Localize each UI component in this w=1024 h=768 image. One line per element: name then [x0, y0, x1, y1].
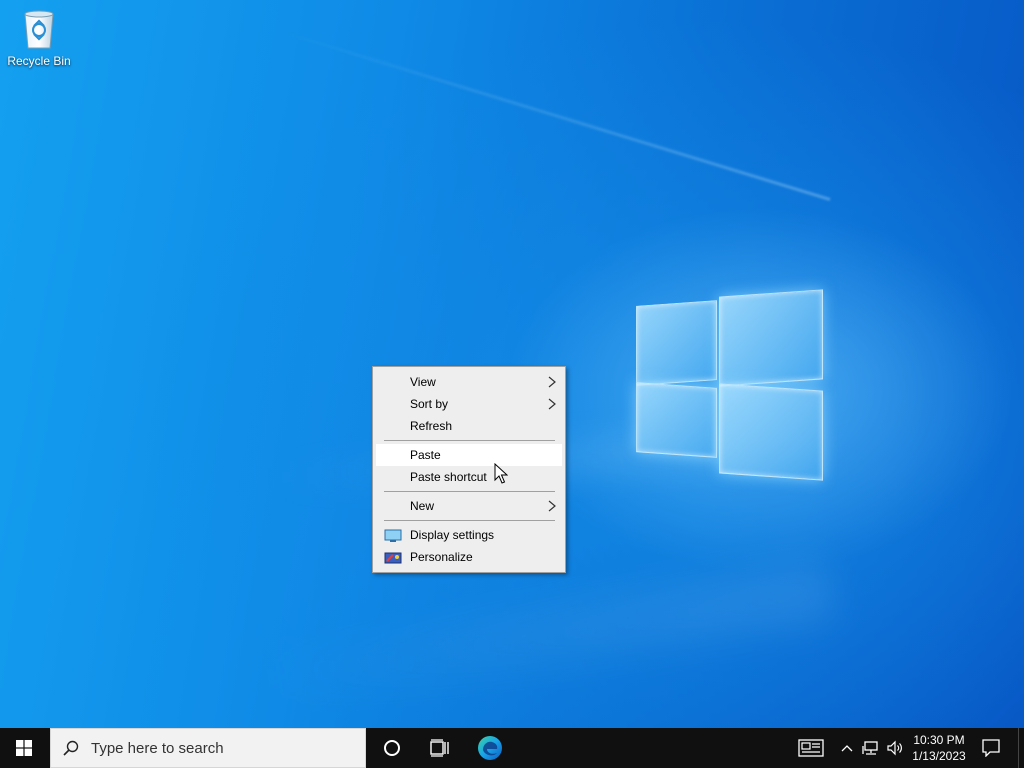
desktop[interactable]: Recycle Bin View Sort by Refresh Paste P…	[0, 0, 1024, 728]
windows-start-icon	[16, 740, 32, 756]
desktop-context-menu: View Sort by Refresh Paste Paste shortcu…	[372, 366, 566, 573]
edge-taskbar-button[interactable]	[466, 728, 514, 768]
menu-item-refresh[interactable]: Refresh	[376, 415, 562, 437]
taskbar: 10:30 PM 1/13/2023	[0, 728, 1024, 768]
chevron-right-icon	[548, 393, 556, 415]
menu-item-paste[interactable]: Paste	[376, 444, 562, 466]
news-and-interests-button[interactable]	[792, 728, 830, 768]
action-center-button[interactable]	[970, 728, 1012, 768]
show-hidden-icons-button[interactable]	[838, 728, 856, 768]
menu-separator	[384, 440, 555, 441]
menu-separator	[384, 520, 555, 521]
menu-item-label: Display settings	[410, 528, 495, 542]
network-icon	[862, 741, 878, 755]
edge-icon	[478, 736, 502, 760]
volume-button[interactable]	[884, 728, 906, 768]
personalize-icon	[384, 550, 402, 564]
desktop-icon-label: Recycle Bin	[7, 54, 71, 68]
task-view-icon	[430, 739, 449, 757]
menu-item-label: Refresh	[410, 419, 453, 433]
start-button[interactable]	[0, 728, 48, 768]
menu-item-label: Paste	[410, 448, 441, 462]
logo-pane	[636, 382, 717, 458]
news-icon	[798, 739, 824, 757]
menu-item-label: New	[410, 499, 435, 513]
clock-time: 10:30 PM	[913, 733, 965, 747]
network-button[interactable]	[860, 728, 882, 768]
menu-item-label: Personalize	[410, 550, 473, 564]
clock-date: 1/13/2023	[912, 749, 966, 763]
menu-item-personalize[interactable]: Personalize	[376, 546, 562, 568]
taskbar-clock[interactable]: 10:30 PM 1/13/2023	[906, 728, 972, 768]
light-beam	[232, 560, 835, 714]
menu-item-display-settings[interactable]: Display settings	[376, 524, 562, 546]
windows-logo-wallpaper	[636, 289, 824, 481]
menu-item-sort-by[interactable]: Sort by	[376, 393, 562, 415]
chevron-right-icon	[548, 495, 556, 517]
light-beam	[274, 28, 831, 201]
logo-pane	[719, 289, 823, 387]
menu-item-paste-shortcut[interactable]: Paste shortcut	[376, 466, 562, 488]
notification-icon	[982, 739, 1000, 757]
task-view-button[interactable]	[416, 728, 464, 768]
menu-item-new[interactable]: New	[376, 495, 562, 517]
search-input[interactable]	[89, 738, 353, 758]
menu-item-view[interactable]: View	[376, 371, 562, 393]
chevron-right-icon	[548, 371, 556, 393]
search-icon	[63, 740, 79, 756]
menu-item-label: Sort by	[410, 397, 449, 411]
volume-icon	[887, 740, 902, 756]
display-settings-icon	[384, 528, 402, 542]
cortana-button[interactable]	[368, 728, 416, 768]
show-desktop-button[interactable]	[1018, 728, 1024, 768]
logo-pane	[719, 383, 823, 481]
chevron-up-icon	[841, 745, 853, 752]
desktop-icon-recycle-bin[interactable]: Recycle Bin	[4, 6, 74, 76]
menu-item-label: View	[410, 375, 436, 389]
taskbar-search-box[interactable]	[50, 728, 366, 768]
recycle-bin-icon	[19, 6, 59, 50]
menu-separator	[384, 491, 555, 492]
logo-pane	[636, 300, 717, 386]
cortana-icon	[384, 740, 400, 756]
menu-item-label: Paste shortcut	[410, 470, 487, 484]
